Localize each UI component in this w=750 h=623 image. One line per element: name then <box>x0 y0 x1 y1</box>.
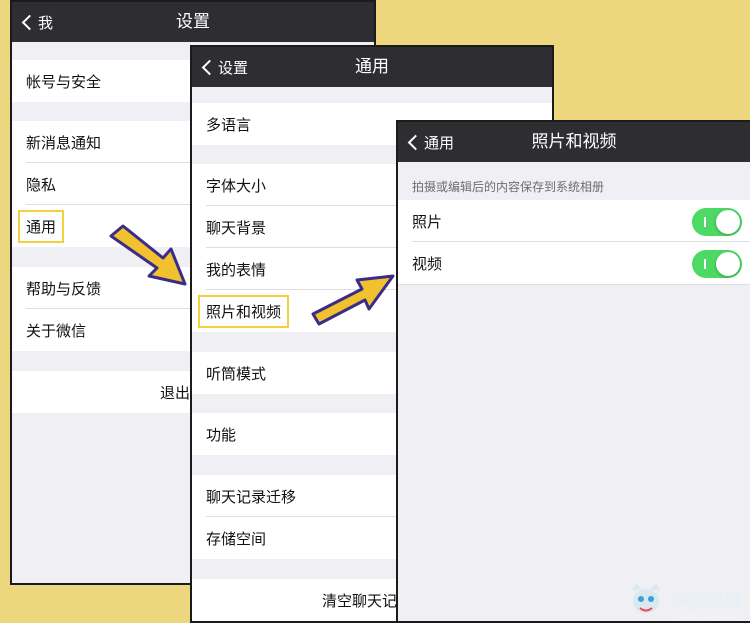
section-caption: 拍摄或编辑后的内容保存到系统相册 <box>412 180 605 194</box>
mascot-logo-icon <box>632 583 660 613</box>
photos-navbar: 通用 照片和视频 <box>398 122 750 162</box>
row-label: 字体大小 <box>206 176 267 195</box>
row-label: 新消息通知 <box>26 133 102 152</box>
arrow-up-right-icon <box>311 274 395 326</box>
row-label: 照片 <box>412 212 443 231</box>
arrow-down-right-icon <box>109 224 187 286</box>
row-label: 存储空间 <box>206 529 267 548</box>
on-mark <box>704 217 706 227</box>
row-label: 关于微信 <box>26 321 87 340</box>
row-label: 帮助与反馈 <box>26 279 102 298</box>
row-label: 退出 <box>160 383 191 402</box>
row-label: 我的表情 <box>206 260 267 279</box>
page-title: 通用 <box>355 57 389 77</box>
row-videos: 视频 <box>398 242 750 284</box>
highlight-box: 照片和视频 <box>198 294 290 328</box>
divider <box>398 284 750 285</box>
toggle-knob <box>716 210 740 234</box>
settings-navbar: 我 设置 <box>12 2 374 42</box>
row-label: 聊天记录迁移 <box>206 487 297 506</box>
videos-toggle[interactable] <box>692 250 742 278</box>
row-label: 帐号与安全 <box>26 72 102 91</box>
general-navbar: 设置 通用 <box>192 47 552 87</box>
toggle-knob <box>716 252 740 276</box>
row-label: 视频 <box>412 254 443 273</box>
row-label: 听筒模式 <box>206 364 267 383</box>
page-title: 照片和视频 <box>531 132 617 152</box>
row-label: 多语言 <box>206 115 252 134</box>
watermark-text: 牛游戏网 <box>670 591 742 612</box>
photos-toggle[interactable] <box>692 208 742 236</box>
row-label: 功能 <box>206 425 237 444</box>
on-mark <box>704 259 706 269</box>
watermark-url: www.newyx.net <box>676 612 740 621</box>
row-label: 清空聊天记 <box>322 591 398 610</box>
row-label: 聊天背景 <box>206 218 267 237</box>
photos-videos-screen: 通用 照片和视频 拍摄或编辑后的内容保存到系统相册 照片 视频 <box>396 120 750 623</box>
highlight-box: 通用 <box>18 209 65 243</box>
row-label: 隐私 <box>26 175 57 194</box>
row-photos: 照片 <box>398 200 750 242</box>
page-title: 设置 <box>176 12 210 32</box>
